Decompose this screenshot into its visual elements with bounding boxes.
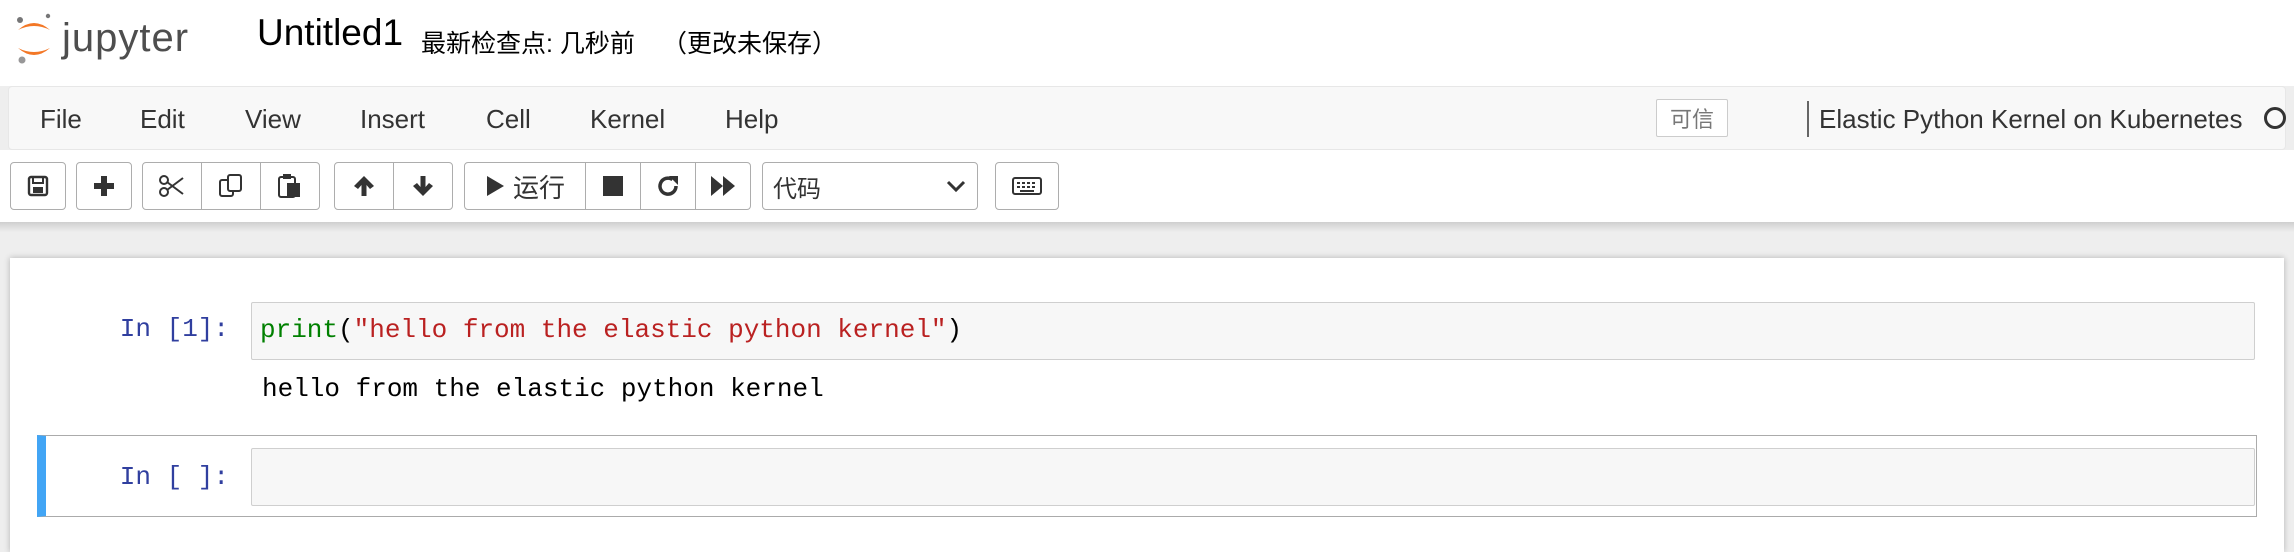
interrupt-button[interactable] [585,162,641,210]
input-prompt: In [1]: [119,314,229,344]
jupyter-logo[interactable]: jupyter [14,8,189,68]
cut-icon [159,175,184,197]
restart-icon [658,176,678,196]
menu-kernel[interactable]: Kernel [590,104,665,135]
keyboard-icon [1012,177,1042,195]
run-group: 运行 [464,162,751,210]
insert-group [76,162,132,210]
code-input-area-empty[interactable] [251,448,2255,506]
notebook-name[interactable]: Untitled1 [257,12,403,54]
autosave-status: （更改未保存） [662,30,838,58]
jupyter-logo-icon [17,13,51,64]
move-group [334,162,453,210]
kernel-name[interactable]: Elastic Python Kernel on Kubernetes [1819,104,2242,135]
input-prompt: In [ ]: [119,462,229,492]
command-palette-button[interactable] [995,162,1059,210]
code-string-token: "hello from the elastic python kernel" [353,315,947,345]
arrow-up-icon [354,176,374,196]
cell-type-value: 代码 [773,175,821,203]
menu-file[interactable]: File [40,104,82,135]
toolbar: 运行 代码 [0,150,2294,222]
move-down-button[interactable] [393,162,453,210]
command-palette-group [995,162,1059,210]
checkpoint-status: 最新检查点: 几秒前 [421,30,635,58]
restart-button[interactable] [640,162,696,210]
menu-insert[interactable]: Insert [360,104,425,135]
notebook-container: In [1]: print("hello from the elastic py… [10,258,2284,552]
kernel-idle-indicator-icon [2264,107,2286,129]
code-input-area[interactable]: print("hello from the elastic python ker… [251,302,2255,360]
selected-code-cell[interactable]: In [ ]: [37,435,2257,517]
code-cell[interactable]: In [1]: print("hello from the elastic py… [37,274,2257,404]
run-button[interactable]: 运行 [464,162,586,210]
copy-button[interactable] [201,162,261,210]
menu-edit[interactable]: Edit [140,104,185,135]
run-all-button[interactable] [695,162,751,210]
cell-output-text: hello from the elastic python kernel [262,374,824,404]
jupyter-logo-text: jupyter [62,15,190,60]
save-icon [27,175,49,197]
fast-forward-icon [711,176,735,196]
chevron-down-icon [946,180,966,193]
play-icon [486,176,504,196]
copy-icon [219,174,242,197]
cut-button[interactable] [142,162,202,210]
menu-view[interactable]: View [245,104,301,135]
stop-icon [603,176,623,196]
run-button-label: 运行 [512,172,565,203]
menubar: File Edit View Insert Cell Kernel Help 可… [8,86,2286,150]
menu-cell[interactable]: Cell [486,104,531,135]
save-button[interactable] [10,162,66,210]
code-open-paren: ( [338,315,354,345]
header: jupyter Untitled1 最新检查点: 几秒前 （更改未保存） [0,0,2294,86]
clipboard-group [142,162,320,210]
trusted-badge[interactable]: 可信 [1656,99,1728,137]
arrow-down-icon [413,176,433,196]
move-up-button[interactable] [334,162,394,210]
paste-icon [278,174,300,198]
code-builtin-token: print [260,315,339,345]
code-line[interactable]: print("hello from the elastic python ker… [260,315,962,345]
insert-cell-button[interactable] [76,162,132,210]
kernel-divider [1807,101,1809,137]
menu-help[interactable]: Help [725,104,778,135]
cell-type-select[interactable]: 代码 [762,162,978,210]
plus-icon [94,176,114,196]
toolbar-shadow [0,222,2294,232]
save-group [10,162,66,210]
code-close-paren: ) [946,315,963,345]
paste-button[interactable] [260,162,320,210]
